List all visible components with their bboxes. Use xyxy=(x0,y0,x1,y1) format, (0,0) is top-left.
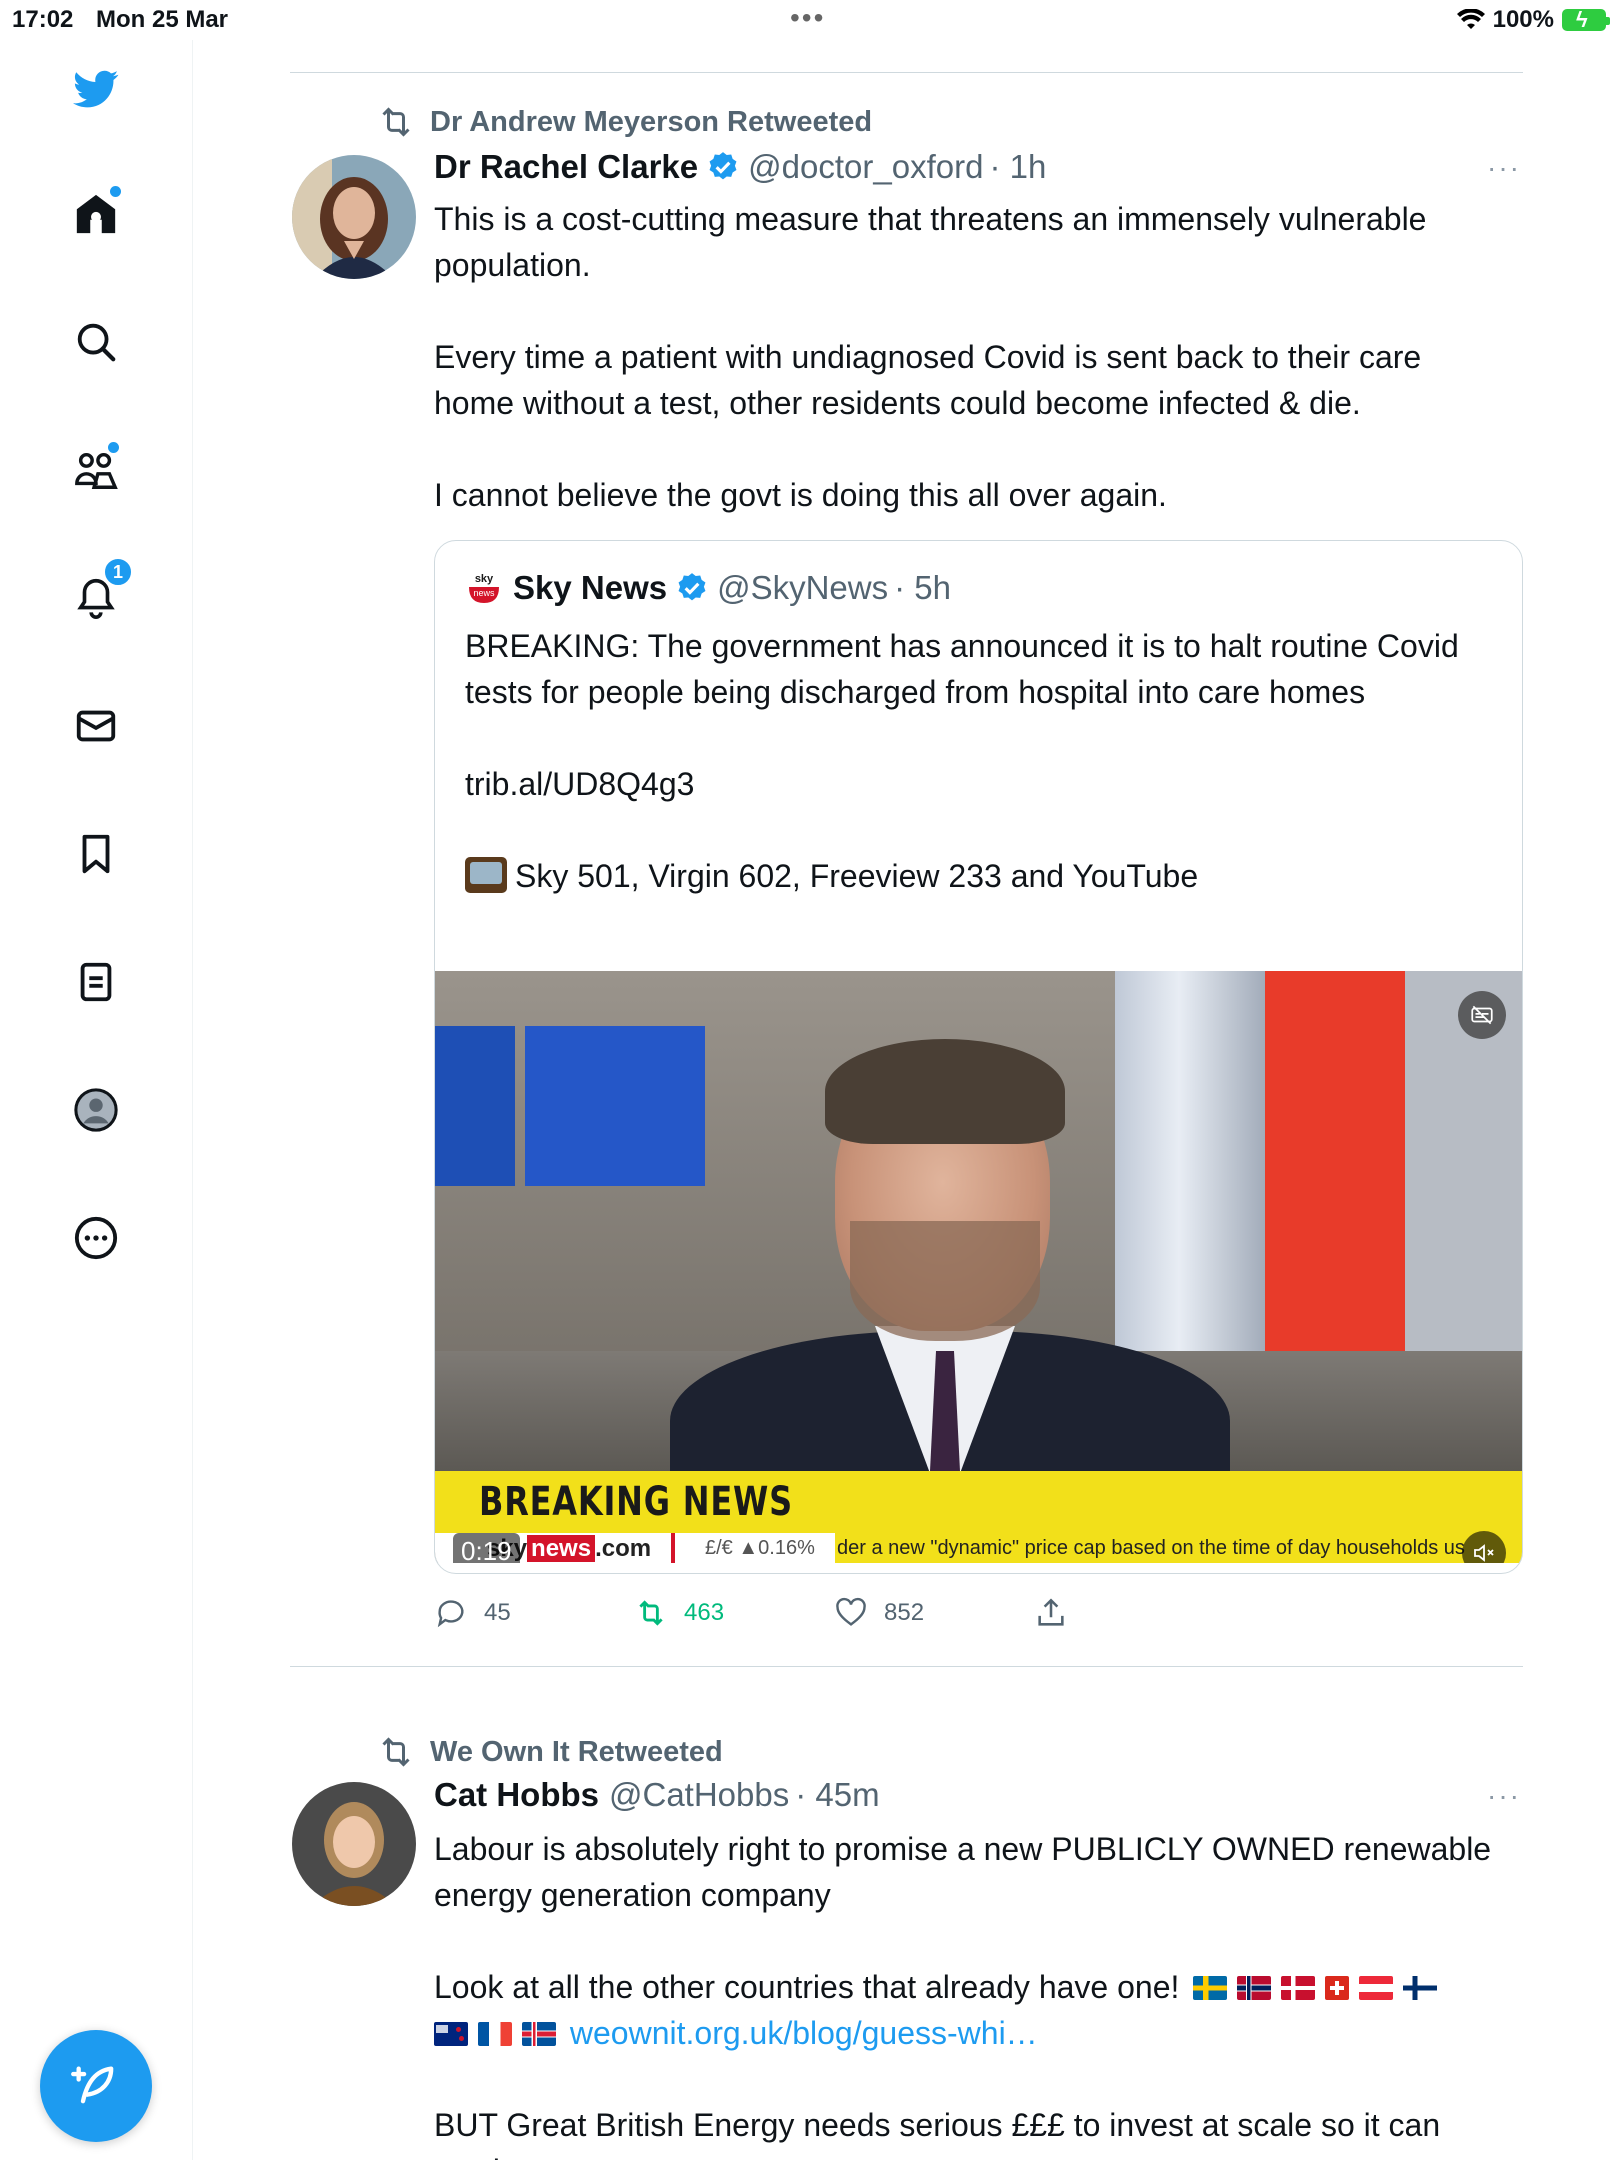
ticker-story: der a new "dynamic" price cap based on t… xyxy=(835,1533,1522,1563)
status-indicators: 100% ϟ xyxy=(1456,6,1610,34)
battery-charging-icon: ϟ xyxy=(1562,7,1610,32)
quoted-tweet-header: sky news Sky News @SkyNews · 5h xyxy=(465,569,951,607)
ticker-currency: £/€ ▲0.16% xyxy=(705,1537,815,1559)
breaking-news-text: BREAKING NEWS xyxy=(479,1479,793,1525)
iceland-flag-icon xyxy=(522,2022,556,2046)
tweet-header: Dr Rachel Clarke @doctor_oxford · 1h xyxy=(434,148,1046,186)
austria-flag-icon xyxy=(1359,1976,1394,2000)
profile-icon[interactable] xyxy=(66,1080,126,1140)
quoted-author-name[interactable]: Sky News xyxy=(513,569,667,607)
retweet-context: We Own It Retweeted xyxy=(376,1732,723,1772)
tweet-paragraph: Labour is absolutely right to promise a … xyxy=(434,1831,1492,1913)
battery-percent: 100% xyxy=(1492,6,1554,33)
author-handle[interactable]: @CatHobbs xyxy=(609,1776,789,1814)
quoted-tweet[interactable]: sky news Sky News @SkyNews · 5h BREAKING… xyxy=(434,540,1523,1574)
author-name[interactable]: Dr Rachel Clarke xyxy=(434,148,698,186)
tweet-text: Labour is absolutely right to promise a … xyxy=(434,1826,1509,2160)
home-icon[interactable] xyxy=(66,184,126,244)
avatar[interactable] xyxy=(292,155,416,279)
norway-flag-icon xyxy=(1237,1976,1272,2000)
denmark-flag-icon xyxy=(1281,1976,1316,2000)
new-zealand-flag-icon xyxy=(434,2022,468,2046)
retweeted-by-label: We Own It Retweeted xyxy=(430,1735,723,1768)
like-button[interactable]: 852 xyxy=(834,1596,1034,1630)
verified-badge-icon xyxy=(709,152,737,180)
retweet-button[interactable]: 463 xyxy=(634,1596,834,1630)
no-captions-button[interactable] xyxy=(1458,991,1506,1039)
author-handle[interactable]: @doctor_oxford xyxy=(748,148,983,186)
heart-icon xyxy=(836,1597,866,1626)
muted-speaker-icon xyxy=(1474,1544,1494,1562)
tweet-time[interactable]: · 1h xyxy=(989,148,1046,186)
france-flag-icon xyxy=(478,2022,512,2046)
retweeted-by-label: Dr Andrew Meyerson Retweeted xyxy=(430,105,873,138)
more-options-icon[interactable]: ··· xyxy=(1487,1780,1521,1812)
like-count: 852 xyxy=(884,1599,925,1626)
captions-off-icon xyxy=(1471,1005,1493,1025)
share-icon xyxy=(1038,1598,1064,1626)
tv-channels-line: Sky 501, Virgin 602, Freeview 233 and Yo… xyxy=(515,858,1199,894)
svg-text:news: news xyxy=(473,588,495,598)
author-name[interactable]: Cat Hobbs xyxy=(434,1776,599,1814)
lists-icon[interactable] xyxy=(66,952,126,1012)
article-link[interactable]: weownit.org.uk/blog/guess-whi… xyxy=(570,2015,1038,2051)
tweet-header: Cat Hobbs @CatHobbs · 45m xyxy=(434,1776,880,1814)
more-options-icon[interactable]: ··· xyxy=(1487,152,1521,184)
twitter-bird-icon[interactable] xyxy=(66,58,126,118)
reply-icon xyxy=(437,1600,464,1628)
status-date: Mon 25 Mar xyxy=(96,6,229,33)
tweet-time[interactable]: · 45m xyxy=(795,1776,879,1814)
mail-icon[interactable] xyxy=(66,696,126,756)
multitasking-dots-icon[interactable]: ••• xyxy=(790,2,825,34)
retweet-context: Dr Andrew Meyerson Retweeted xyxy=(376,102,872,142)
reply-count: 45 xyxy=(484,1599,511,1626)
bookmark-icon[interactable] xyxy=(66,824,126,884)
bell-icon[interactable]: 1 xyxy=(66,556,134,628)
avatar[interactable] xyxy=(292,1782,416,1906)
more-icon[interactable] xyxy=(66,1208,126,1268)
search-icon[interactable] xyxy=(66,312,126,372)
status-time: 17:02 xyxy=(12,6,74,33)
quoted-tweet-body: BREAKING: The government has announced i… xyxy=(465,628,1459,802)
tweet[interactable]: We Own It Retweeted Cat Hobbs @CatHobbs … xyxy=(290,1666,1523,2160)
video-player[interactable]: BREAKING NEWS skynews.com £/€ ▲0.16% der… xyxy=(435,971,1522,1563)
quoted-tweet-time[interactable]: · 5h xyxy=(894,569,951,607)
notification-badge: 1 xyxy=(102,556,134,588)
tweet-actions: 45 463 852 xyxy=(434,1596,1068,1630)
home-notification-dot xyxy=(110,186,121,197)
reply-button[interactable]: 45 xyxy=(434,1596,634,1630)
quoted-author-handle[interactable]: @SkyNews xyxy=(717,569,888,607)
share-button[interactable] xyxy=(1034,1596,1068,1630)
news-ticker: skynews.com £/€ ▲0.16% der a new "dynami… xyxy=(435,1533,1522,1563)
tweet[interactable]: Dr Andrew Meyerson Retweeted Dr Rachel C… xyxy=(290,40,1523,1666)
compose-feather-icon xyxy=(71,2066,114,2104)
communities-notification-dot xyxy=(108,442,119,453)
sidebar-nav: 1 xyxy=(0,40,193,2160)
compose-button[interactable] xyxy=(40,2030,152,2142)
finland-flag-icon xyxy=(1403,1976,1438,2000)
video-elapsed-time: 0:19 xyxy=(453,1533,520,1563)
switzerland-flag-icon xyxy=(1325,1976,1350,2000)
status-bar: 17:02 Mon 25 Mar ••• 100% ϟ xyxy=(0,0,1620,40)
sky-news-logo[interactable]: sky news xyxy=(465,569,503,607)
verified-badge-icon xyxy=(678,573,706,601)
retweet-count: 463 xyxy=(684,1599,725,1626)
tweet-paragraph: Look at all the other countries that alr… xyxy=(434,1964,1509,2056)
tweet-text: This is a cost-cutting measure that thre… xyxy=(434,201,1427,513)
tweet-paragraph: BUT Great British Energy needs serious £… xyxy=(434,2107,1441,2160)
retweet-icon xyxy=(382,107,410,137)
wifi-icon xyxy=(1456,9,1485,29)
sweden-flag-icon xyxy=(1193,1976,1228,2000)
television-emoji-icon xyxy=(465,857,507,893)
communities-icon[interactable] xyxy=(66,440,126,500)
svg-text:sky: sky xyxy=(475,573,494,585)
retweet-icon xyxy=(639,1600,663,1626)
quoted-tweet-text: BREAKING: The government has announced i… xyxy=(465,623,1485,899)
retweet-icon xyxy=(382,1737,410,1767)
